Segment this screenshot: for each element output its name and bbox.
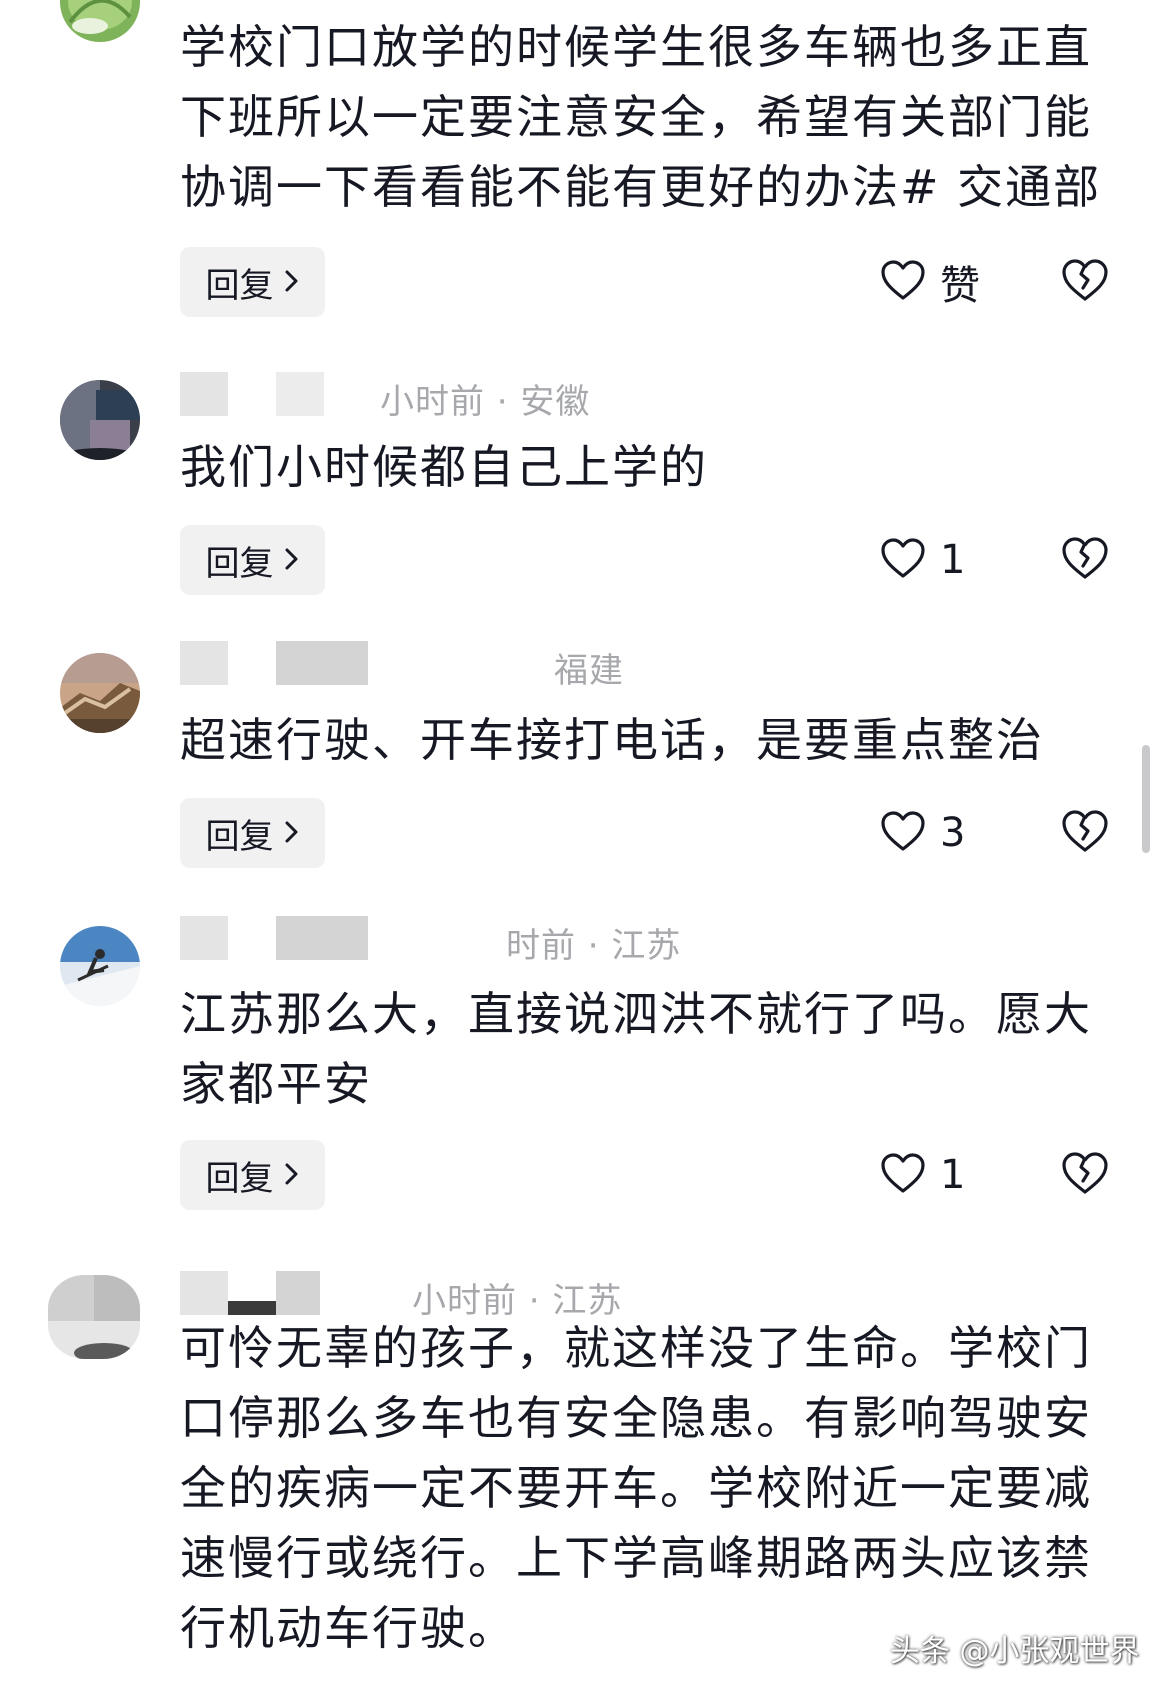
blurred-username <box>276 372 324 416</box>
avatar[interactable] <box>48 1275 140 1359</box>
watermark: 头条 @小张观世界 <box>890 1634 1140 1669</box>
reply-label: 回复 <box>205 265 274 306</box>
avatar-great-wall-icon <box>60 653 140 733</box>
like-button[interactable]: 赞 <box>880 247 980 317</box>
comment-text: 可怜无辜的孩子，就这样没了生命。学校门口停那么多车也有安全隐患。有影响驾驶安全的… <box>180 1321 1092 1655</box>
scrollbar[interactable] <box>1142 745 1150 853</box>
blurred-username <box>180 916 228 960</box>
avatar[interactable] <box>60 653 140 733</box>
heart-icon <box>880 259 926 305</box>
broken-heart-icon <box>1061 536 1109 584</box>
comment-meta: 福建 <box>180 641 1080 691</box>
reply-button[interactable]: 回复 <box>180 798 325 868</box>
dislike-button[interactable] <box>1058 798 1112 868</box>
heart-icon <box>880 537 926 583</box>
reply-button[interactable]: 回复 <box>180 525 325 595</box>
like-button[interactable]: 3 <box>880 798 965 868</box>
dislike-button[interactable] <box>1058 1140 1112 1210</box>
avatar[interactable] <box>60 380 140 460</box>
heart-icon <box>880 1152 926 1198</box>
comment-time-location: 福建 <box>554 651 624 691</box>
chevron-right-icon <box>284 1155 300 1195</box>
like-button[interactable]: 1 <box>880 525 965 595</box>
blurred-username <box>276 1271 320 1315</box>
broken-heart-icon <box>1061 258 1109 306</box>
avatar[interactable] <box>60 926 140 1006</box>
reply-label: 回复 <box>205 543 274 584</box>
blurred-username <box>276 916 368 960</box>
avatar-blurred-light-icon <box>48 1275 140 1359</box>
reply-label: 回复 <box>205 816 274 857</box>
like-count: 3 <box>940 810 966 856</box>
avatar-green-leaf-icon <box>60 0 140 42</box>
broken-heart-icon <box>1061 1151 1109 1199</box>
blurred-username <box>276 641 368 685</box>
chevron-right-icon <box>284 540 300 580</box>
comment-text: 超速行驶、开车接打电话，是要重点整治 <box>180 713 1044 767</box>
blurred-username <box>180 1271 228 1315</box>
comment-time-location: 时前 · 江苏 <box>506 926 682 966</box>
like-count: 赞 <box>940 263 980 309</box>
comment-text: 我们小时候都自己上学的 <box>180 440 708 494</box>
dislike-button[interactable] <box>1058 525 1112 595</box>
avatar[interactable] <box>60 0 140 42</box>
comment-text: 学校门口放学的时候学生很多车辆也多正直下班所以一定要注意安全，希望有关部门能协调… <box>180 20 1102 214</box>
reply-label: 回复 <box>205 1158 274 1199</box>
like-count: 1 <box>940 1152 966 1198</box>
like-button[interactable]: 1 <box>880 1140 965 1210</box>
comment-meta: 时前 · 江苏 <box>180 916 1080 966</box>
dislike-button[interactable] <box>1058 247 1112 317</box>
avatar-skier-icon <box>60 926 140 1006</box>
comment-time-location: 小时前 · 安徽 <box>380 382 591 422</box>
broken-heart-icon <box>1061 809 1109 857</box>
chevron-right-icon <box>284 262 300 302</box>
reply-button[interactable]: 回复 <box>180 1140 325 1210</box>
chevron-right-icon <box>284 813 300 853</box>
comment-list-page: 学校门口放学的时候学生很多车辆也多正直下班所以一定要注意安全，希望有关部门能协调… <box>0 0 1166 1702</box>
comment-meta: 小时前 · 安徽 <box>180 372 1080 422</box>
comment-text: 江苏那么大，直接说泗洪不就行了吗。愿大家都平安 <box>180 987 1092 1111</box>
heart-icon <box>880 810 926 856</box>
blurred-username <box>180 372 228 416</box>
blurred-username <box>180 641 228 685</box>
reply-button[interactable]: 回复 <box>180 247 325 317</box>
avatar-blurred-dark-icon <box>60 380 140 460</box>
like-count: 1 <box>940 537 966 583</box>
comment-meta: 小时前 · 江苏 <box>180 1271 1080 1321</box>
